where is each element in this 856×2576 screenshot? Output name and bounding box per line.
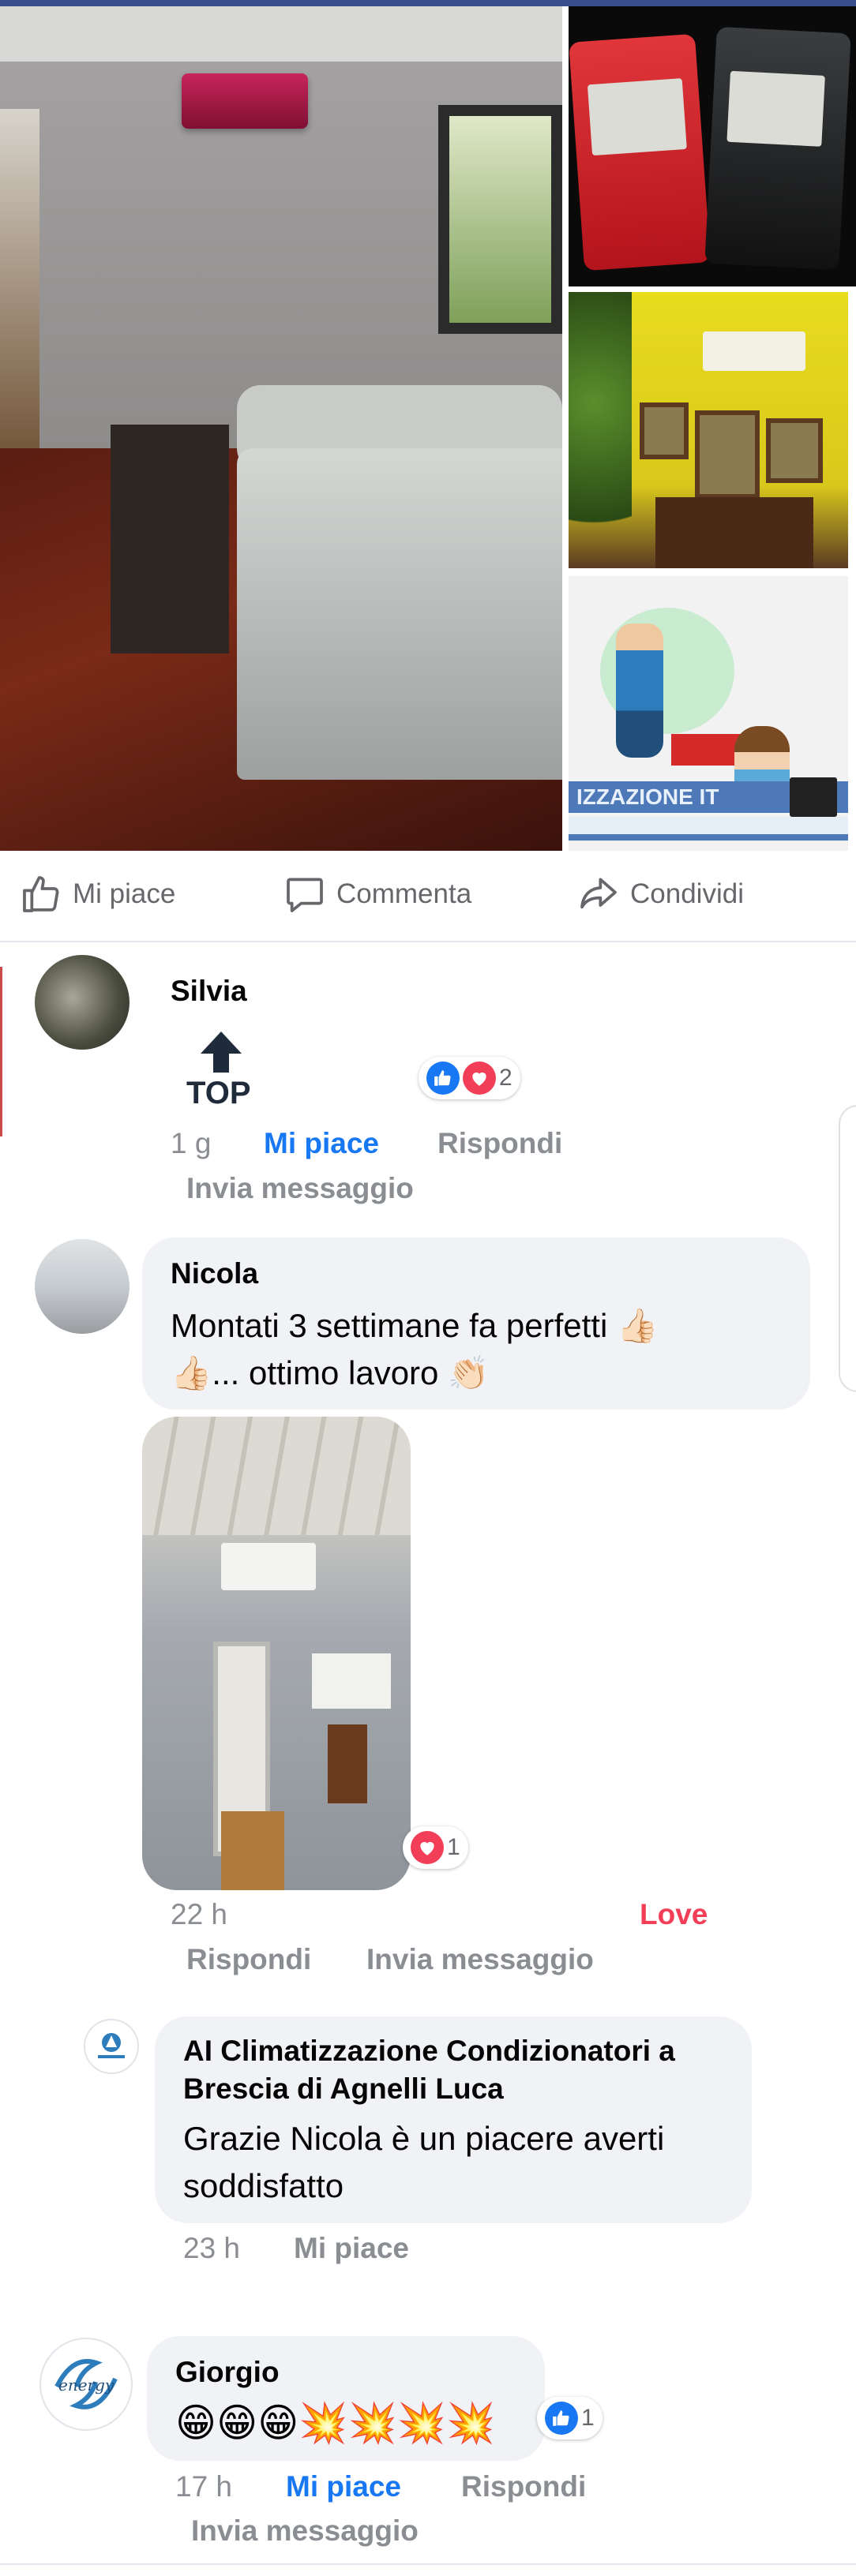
photo-reaction[interactable]: 1 [403, 1826, 468, 1869]
comment-author[interactable]: Giorgio [175, 2356, 280, 2389]
wall-cabinet [312, 1653, 391, 1709]
comment-author[interactable]: Nicola [171, 1257, 258, 1290]
red-air-conditioner [182, 73, 308, 129]
wooden-cabinet [328, 1724, 367, 1803]
reaction-summary[interactable]: 1 [537, 2397, 603, 2439]
post-photo-living-room[interactable] [0, 6, 562, 851]
share-arrow-icon [580, 878, 617, 909]
top-sticker-label: TOP [186, 1076, 251, 1110]
post-photo-yellow-room[interactable] [569, 292, 848, 568]
reply-text: soddisfatto [183, 2167, 344, 2204]
ai-logo-icon [98, 2033, 125, 2058]
door-left [0, 109, 39, 472]
avatar[interactable] [35, 1239, 130, 1334]
cartoon-strip [569, 817, 848, 834]
comment-time: 22 h [171, 1898, 228, 1930]
comment-text: 👍🏻... ottimo lavoro 👏🏻 [171, 1354, 490, 1391]
comment-text: Montati 3 settimane fa perfetti 👍🏻 [171, 1307, 659, 1344]
section-divider [0, 941, 856, 942]
post-photo-cartoon[interactable]: IZZAZIONE IT [569, 576, 848, 851]
send-message-link[interactable]: Invia messaggio [366, 1943, 594, 1976]
comment-button[interactable]: Commenta [283, 873, 471, 915]
ceiling-beams [142, 1417, 411, 1535]
comment-button-label: Commenta [336, 878, 472, 909]
send-message-link[interactable]: Invia messaggio [186, 1172, 414, 1205]
bottom-divider [0, 2563, 856, 2565]
plant [569, 292, 632, 568]
wall-air-conditioner [221, 1543, 316, 1590]
like-reaction-icon [545, 2402, 578, 2435]
mirror-frame [695, 410, 760, 499]
reply-text: Grazie Nicola è un piacere averti [183, 2120, 665, 2157]
reaction-count: 1 [581, 2405, 595, 2431]
remote-screen [587, 78, 687, 156]
black-remote [704, 26, 851, 271]
love-reaction-link[interactable]: Love [640, 1898, 708, 1931]
share-button[interactable]: Condividi [576, 873, 744, 915]
comment-reply-link[interactable]: Rispondi [186, 1943, 311, 1976]
comment-time: 23 h [183, 2232, 241, 2264]
cartoon-toolbox [671, 734, 742, 766]
sofa-seat [237, 448, 562, 780]
comment-like-link[interactable]: Mi piace [264, 1127, 379, 1160]
comment-time: 1 g [171, 1127, 212, 1159]
dark-table [111, 425, 229, 653]
reaction-summary[interactable]: 2 [419, 1057, 520, 1099]
comment-reply-link[interactable]: Rispondi [437, 1127, 562, 1160]
top-status-strip [0, 0, 856, 6]
comment-text: 😁😁😁💥💥💥💥 [175, 2401, 496, 2445]
comment-reply-link[interactable]: Rispondi [461, 2470, 586, 2503]
avatar[interactable] [35, 955, 130, 1050]
comment-icon [287, 878, 323, 912]
like-reaction-icon [426, 1061, 460, 1095]
adjacent-card-edge [839, 1105, 856, 1392]
comment-author[interactable]: Silvia [171, 975, 247, 1008]
post-action-bar: Mi piace Commenta Condividi [0, 852, 856, 939]
love-reaction-icon [411, 1831, 444, 1864]
love-reaction-icon [463, 1061, 496, 1095]
post-photo-remotes[interactable] [569, 6, 856, 286]
comment-like-link[interactable]: Mi piace [294, 2232, 409, 2265]
share-button-label: Condividi [630, 878, 744, 909]
cartoon-technician [616, 623, 663, 758]
comment-attached-photo[interactable] [142, 1417, 411, 1890]
page-avatar[interactable] [84, 2019, 139, 2074]
picture-frame [640, 402, 689, 459]
send-message-link[interactable]: Invia messaggio [191, 2514, 419, 2548]
sideboard [655, 497, 813, 568]
comment-like-link[interactable]: Mi piace [286, 2470, 401, 2503]
reply-author[interactable]: Brescia di Agnelli Luca [183, 2072, 504, 2106]
top-sticker: TOP [183, 1030, 259, 1117]
cartoon-strip [569, 834, 848, 841]
avatar[interactable]: energy [39, 2338, 133, 2431]
reaction-count: 1 [447, 1834, 460, 1860]
reply-author[interactable]: AI Climatizzazione Condizionatori a [183, 2035, 675, 2068]
like-button-label: Mi piace [73, 878, 176, 909]
left-edge-mark [0, 967, 2, 1136]
arrow-up-icon [201, 1032, 242, 1073]
picture-frame [766, 418, 823, 483]
avatar-text: energy [58, 2376, 115, 2394]
thumb-up-icon [23, 876, 59, 912]
red-remote [569, 33, 711, 271]
cartoon-monitor [790, 777, 837, 817]
remote-screen [726, 70, 825, 147]
reaction-count: 2 [499, 1065, 512, 1091]
living-ceiling [0, 6, 562, 62]
comment-time: 17 h [175, 2470, 233, 2503]
white-air-conditioner [703, 331, 805, 371]
like-button[interactable]: Mi piace [19, 873, 175, 915]
window [438, 105, 562, 334]
chair [221, 1811, 284, 1890]
